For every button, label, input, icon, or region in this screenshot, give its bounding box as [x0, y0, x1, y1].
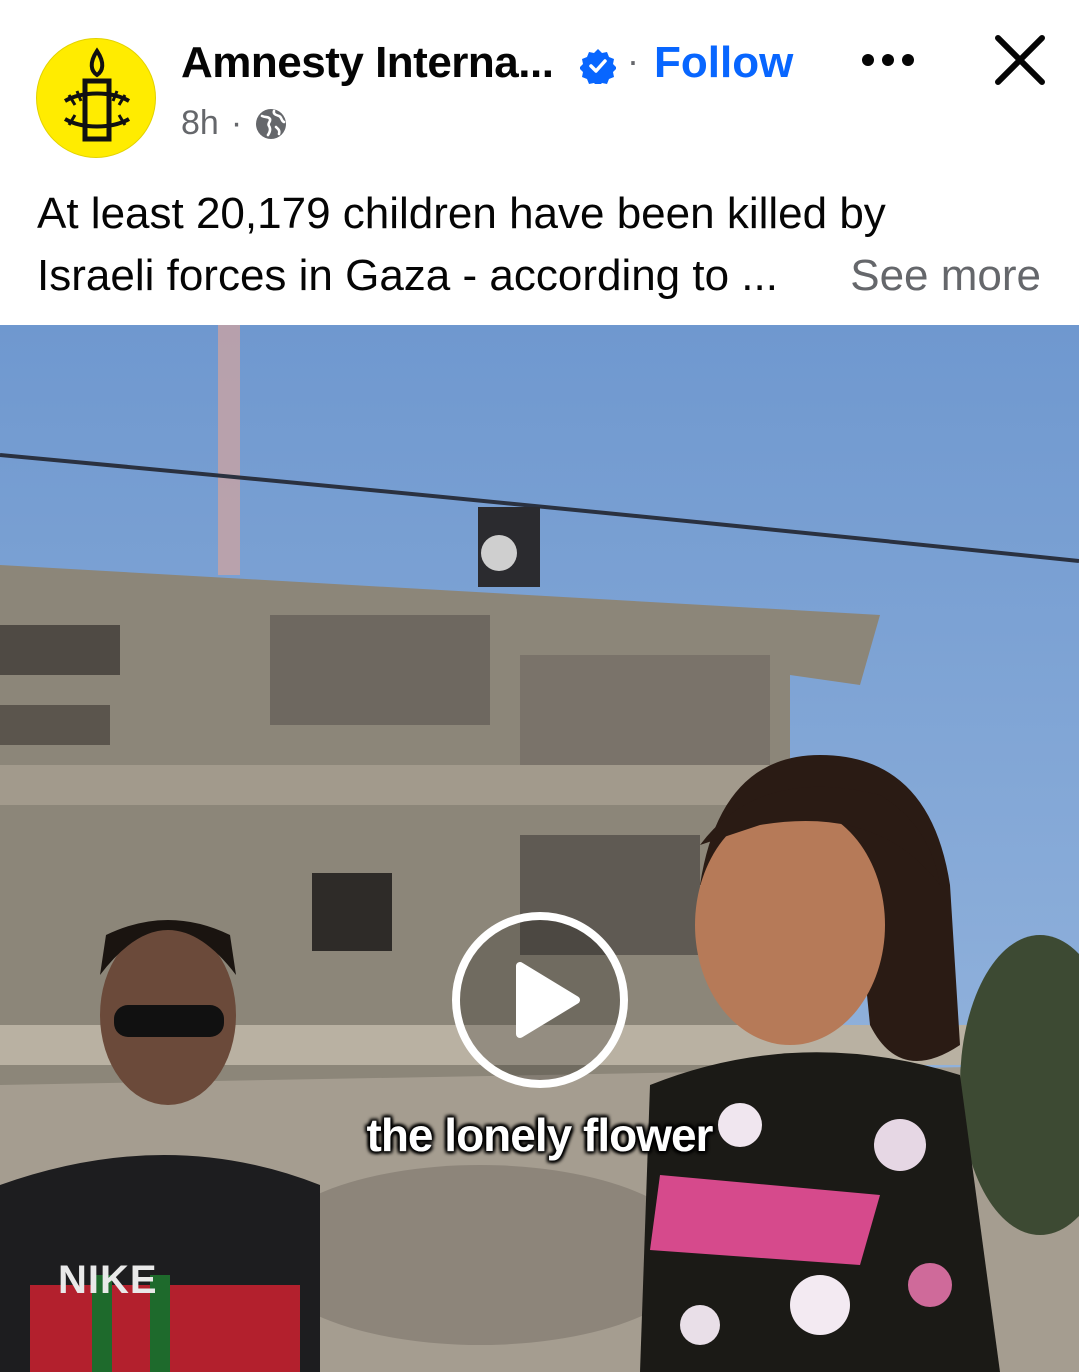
verified-badge-icon: [580, 49, 616, 84]
post-header: Amnesty Interna... · Follow 8h ·: [0, 0, 1079, 170]
post-time[interactable]: 8h: [181, 104, 219, 143]
globe-icon: [256, 108, 287, 139]
follow-button[interactable]: Follow: [654, 38, 793, 88]
post-caption: At least 20,179 children have been kille…: [37, 183, 1047, 307]
meta-separator: ·: [230, 104, 243, 142]
video-player[interactable]: the lonely flower NIKE: [0, 325, 1079, 1372]
see-more-link[interactable]: See more: [850, 245, 1041, 307]
amnesty-candle-logo-icon: [63, 47, 131, 142]
page-avatar[interactable]: [36, 38, 156, 158]
shirt-logo-text: NIKE: [58, 1258, 158, 1302]
video-subtitle: the lonely flower: [366, 1109, 714, 1161]
play-icon[interactable]: [450, 910, 630, 1090]
page-name[interactable]: Amnesty Interna...: [181, 38, 554, 88]
post-meta: 8h ·: [181, 104, 288, 143]
close-icon[interactable]: [990, 30, 1050, 90]
separator-dot: ·: [627, 40, 639, 81]
more-options-icon[interactable]: [858, 46, 918, 76]
caption-line-1: At least 20,179 children have been kille…: [37, 189, 886, 238]
video-frame-image: [0, 325, 1079, 1372]
